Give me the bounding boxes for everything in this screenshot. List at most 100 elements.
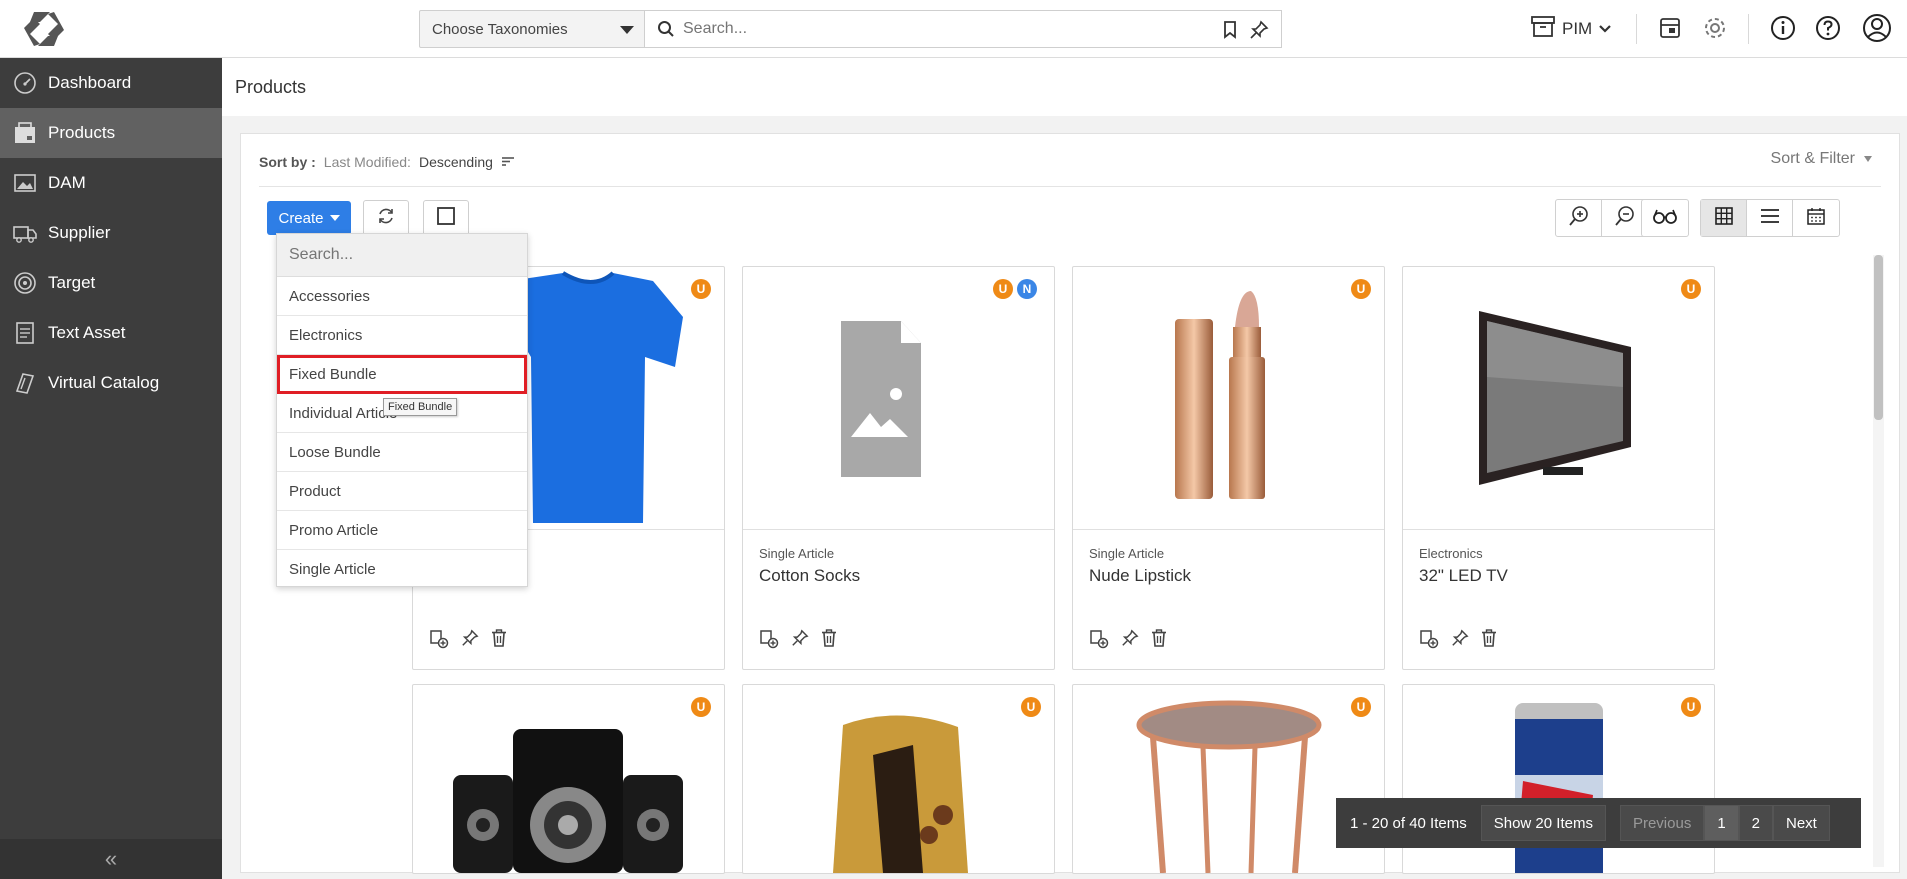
product-image xyxy=(1073,267,1384,530)
menu-item-accessories[interactable]: Accessories xyxy=(277,277,527,316)
card-actions xyxy=(759,629,837,653)
trash-icon[interactable] xyxy=(821,629,837,653)
copy-add-icon[interactable] xyxy=(1089,629,1109,653)
product-category: Single Article xyxy=(759,546,835,561)
product-card[interactable]: U xyxy=(742,684,1055,874)
view-mode-switcher xyxy=(1700,199,1840,237)
sidebar-item-text-asset[interactable]: Text Asset xyxy=(0,308,222,358)
status-badge: N xyxy=(1017,279,1037,299)
sort-bar: Sort by : Last Modified: Descending xyxy=(259,154,515,170)
page-button-1[interactable]: 1 xyxy=(1704,805,1739,841)
product-category: Electronics xyxy=(1419,546,1483,561)
user-avatar-icon[interactable] xyxy=(1862,13,1892,47)
sidebar-item-dashboard[interactable]: Dashboard xyxy=(0,58,222,108)
taxonomy-select[interactable]: Choose Taxonomies xyxy=(419,10,645,48)
grid-view-button[interactable] xyxy=(1701,200,1747,236)
sidebar-item-dam[interactable]: DAM xyxy=(0,158,222,208)
product-category: Single Article xyxy=(1089,546,1165,561)
sidebar-collapse-button[interactable]: « xyxy=(0,839,222,879)
top-bar: Choose Taxonomies PIM xyxy=(0,0,1907,58)
menu-item-promo-article[interactable]: Promo Article xyxy=(277,511,527,550)
preview-button[interactable] xyxy=(1642,200,1688,236)
sidebar-item-label: Products xyxy=(48,123,116,142)
next-page-button[interactable]: Next xyxy=(1773,805,1830,841)
search-input[interactable] xyxy=(683,20,1183,38)
select-all-checkbox[interactable] xyxy=(423,200,469,236)
previous-page-button[interactable]: Previous xyxy=(1619,805,1705,841)
zoom-in-button[interactable] xyxy=(1556,200,1602,236)
status-badge: U xyxy=(1021,697,1041,717)
app-logo[interactable] xyxy=(20,8,68,50)
sort-filter-label: Sort & Filter xyxy=(1770,150,1855,167)
caret-down-icon xyxy=(329,215,340,221)
sidebar-item-virtual-catalog[interactable]: Virtual Catalog xyxy=(0,358,222,408)
sort-filter-toggle[interactable]: Sort & Filter xyxy=(1771,150,1873,168)
help-icon[interactable] xyxy=(1815,15,1841,45)
dropdown-search-input[interactable] xyxy=(289,246,509,264)
card-actions xyxy=(429,629,507,653)
search-icon xyxy=(657,20,675,42)
status-badge: U xyxy=(1351,279,1371,299)
pagination-bar: 1 - 20 of 40 Items Show 20 Items Previou… xyxy=(1336,798,1861,848)
product-card[interactable]: U N Single Article Cotton Socks xyxy=(742,266,1055,670)
content-scrollbar[interactable] xyxy=(1873,255,1884,867)
products-icon xyxy=(12,120,38,146)
scrollbar-thumb[interactable] xyxy=(1874,255,1883,420)
trash-icon[interactable] xyxy=(1481,629,1497,653)
pin-icon[interactable] xyxy=(461,629,479,653)
page-size-button[interactable]: Show 20 Items xyxy=(1480,805,1606,841)
page-title: Products xyxy=(222,58,1907,116)
product-card[interactable]: U xyxy=(412,684,725,874)
bookmark-icon[interactable] xyxy=(1223,21,1237,43)
product-name[interactable]: Cotton Socks xyxy=(759,566,860,586)
product-card[interactable]: U Electronics 32" LED TV xyxy=(1402,266,1715,670)
info-icon[interactable] xyxy=(1770,15,1796,45)
module-switcher[interactable]: PIM xyxy=(1530,14,1612,43)
truck-icon xyxy=(12,220,38,246)
target-icon xyxy=(12,270,38,296)
pin-icon[interactable] xyxy=(1451,629,1469,653)
page-button-2[interactable]: 2 xyxy=(1738,805,1773,841)
pin-icon[interactable] xyxy=(1121,629,1139,653)
copy-add-icon[interactable] xyxy=(759,629,779,653)
calendar-box-icon[interactable] xyxy=(1658,15,1682,45)
sidebar-item-supplier[interactable]: Supplier xyxy=(0,208,222,258)
pin-icon[interactable] xyxy=(791,629,809,653)
sidebar-item-products[interactable]: Products xyxy=(0,108,222,158)
refresh-icon xyxy=(376,206,396,230)
create-button[interactable]: Create xyxy=(267,201,351,235)
sort-label: Sort by : xyxy=(259,154,316,170)
dropdown-search xyxy=(277,234,527,277)
sort-order-icon[interactable] xyxy=(501,154,515,170)
product-image xyxy=(743,685,1054,873)
product-card[interactable]: U Single Article Nude Lipstick xyxy=(1072,266,1385,670)
sidebar-item-label: Target xyxy=(48,273,96,292)
trash-icon[interactable] xyxy=(1151,629,1167,653)
sidebar-item-target[interactable]: Target xyxy=(0,258,222,308)
sort-key[interactable]: Last Modified: xyxy=(324,154,411,170)
copy-add-icon[interactable] xyxy=(429,629,449,653)
gear-icon[interactable] xyxy=(1702,15,1728,45)
divider xyxy=(259,186,1881,187)
sort-direction[interactable]: Descending xyxy=(419,154,493,170)
pin-icon[interactable] xyxy=(1249,20,1269,44)
menu-item-electronics[interactable]: Electronics xyxy=(277,316,527,355)
copy-add-icon[interactable] xyxy=(1419,629,1439,653)
card-actions xyxy=(1419,629,1497,653)
product-name[interactable]: Nude Lipstick xyxy=(1089,566,1191,586)
trash-icon[interactable] xyxy=(491,629,507,653)
menu-item-single-article[interactable]: Single Article xyxy=(277,550,527,589)
menu-item-loose-bundle[interactable]: Loose Bundle xyxy=(277,433,527,472)
status-badge: U xyxy=(1681,279,1701,299)
menu-item-fixed-bundle[interactable]: Fixed Bundle xyxy=(277,355,527,394)
refresh-button[interactable] xyxy=(363,200,409,236)
calendar-view-button[interactable] xyxy=(1793,200,1839,236)
image-icon xyxy=(12,170,38,196)
sidebar-item-label: Supplier xyxy=(48,223,111,242)
product-name[interactable]: 32" LED TV xyxy=(1419,566,1508,586)
menu-item-product[interactable]: Product xyxy=(277,472,527,511)
grid-icon xyxy=(1714,207,1733,229)
list-view-button[interactable] xyxy=(1747,200,1793,236)
global-search xyxy=(644,10,1282,48)
status-badge: U xyxy=(691,697,711,717)
